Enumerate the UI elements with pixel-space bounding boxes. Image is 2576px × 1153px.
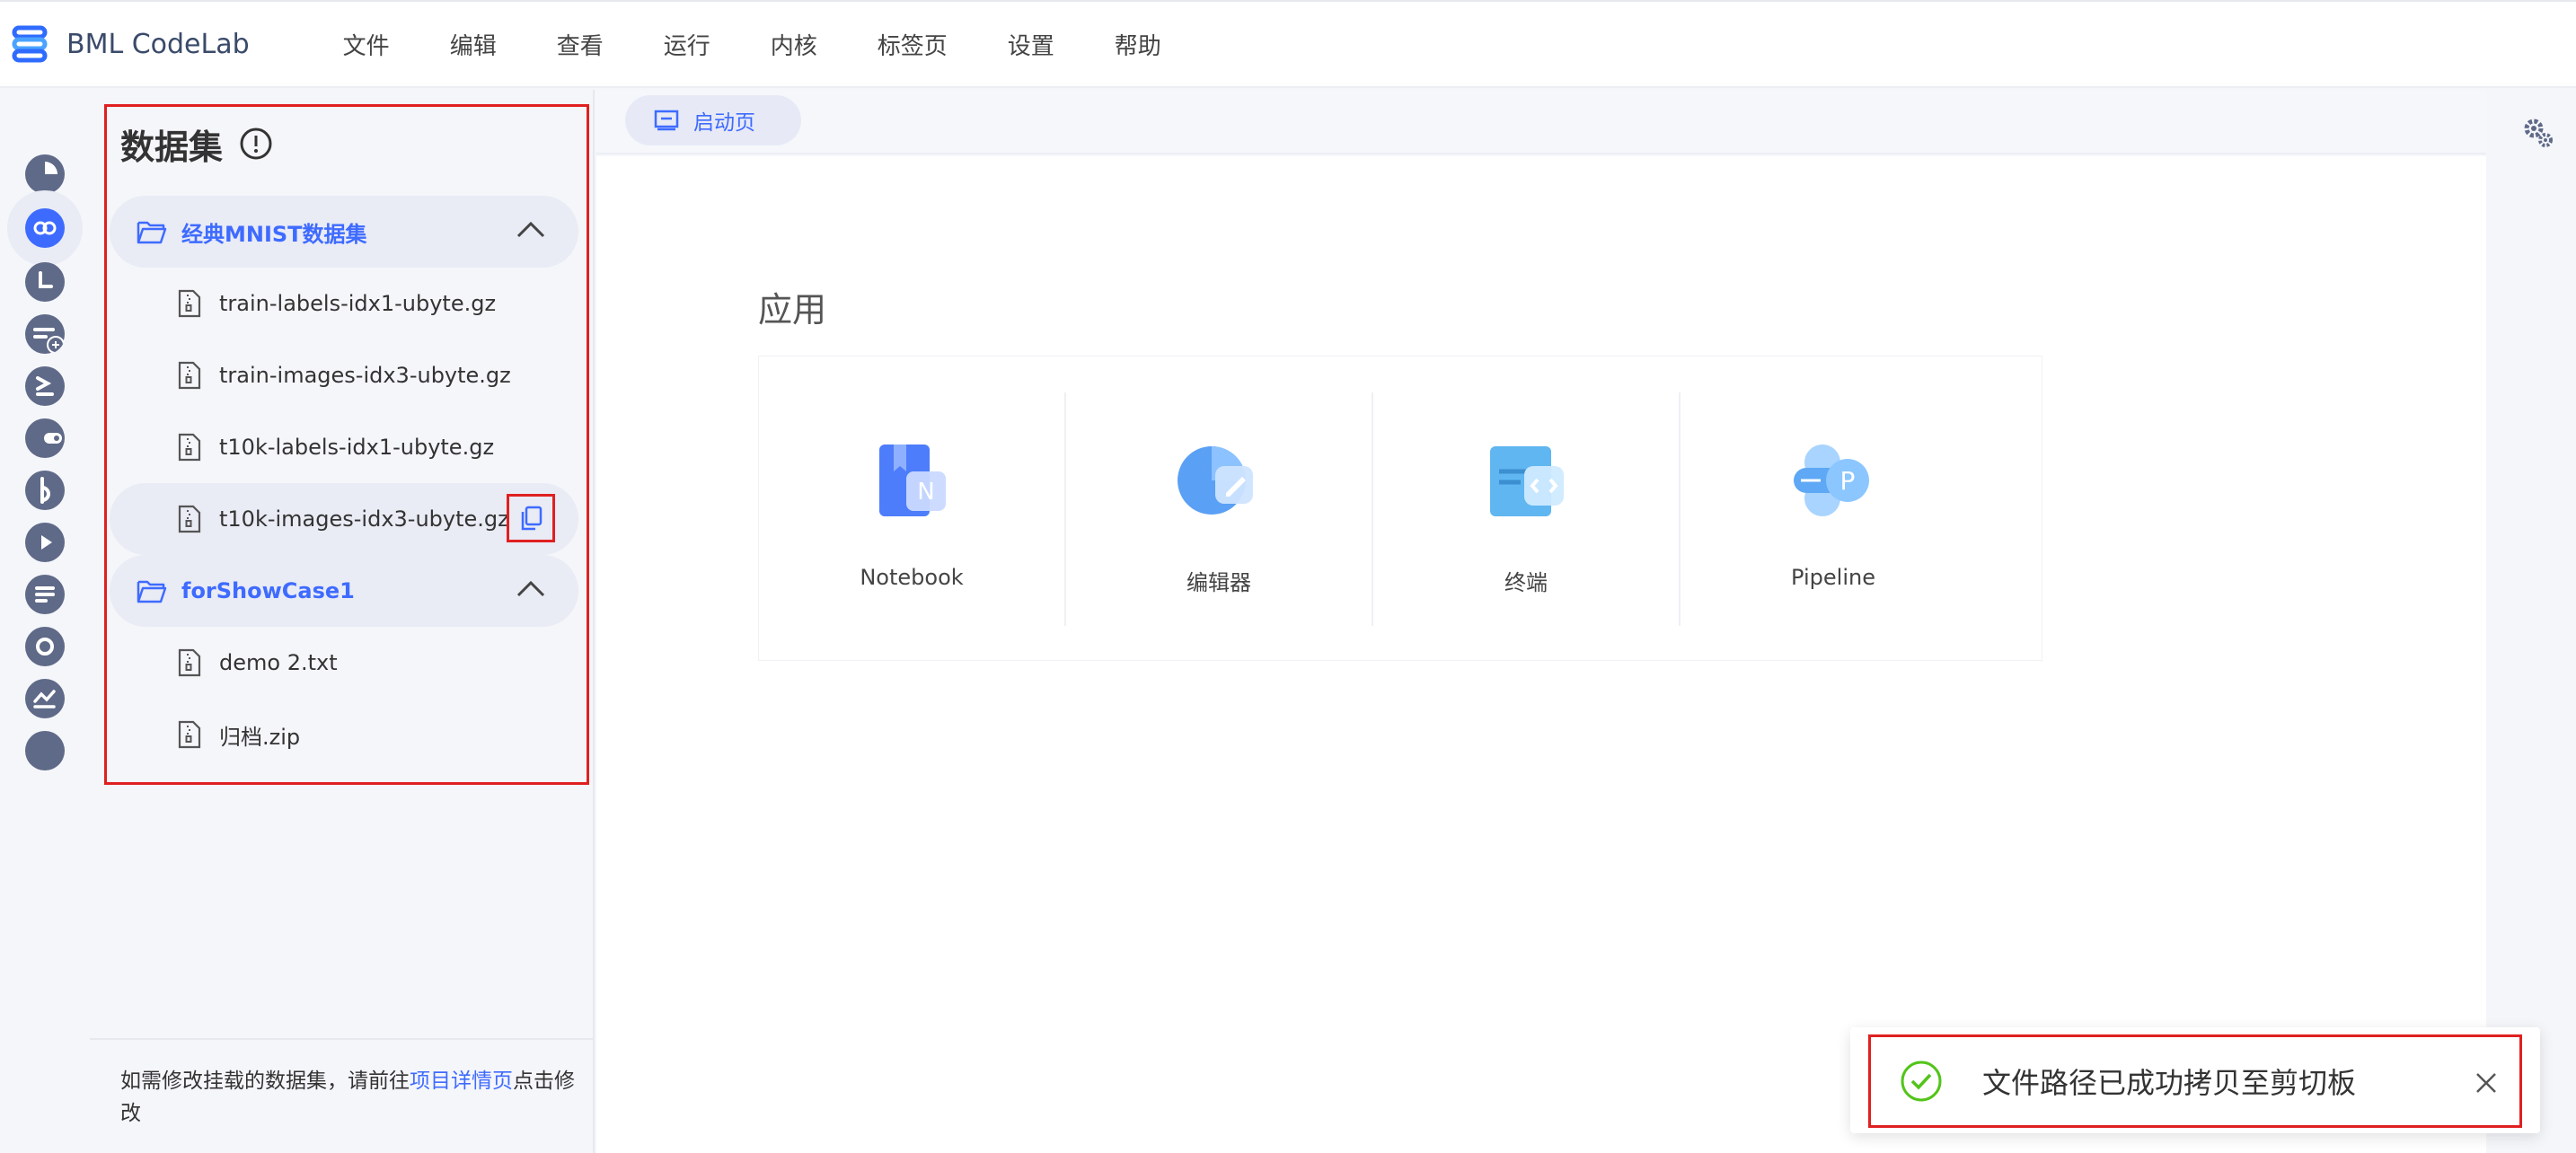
folder-row-mnist[interactable]: 经典MNIST数据集 (110, 196, 578, 268)
zip-file-icon (178, 433, 201, 462)
tab-label: 启动页 (693, 111, 755, 135)
folder-name: 经典MNIST数据集 (181, 221, 367, 247)
menu-tabs[interactable]: 标签页 (878, 28, 948, 61)
chevron-up-icon[interactable] (516, 578, 546, 598)
app-label: Notebook (860, 565, 964, 590)
file-name: demo 2.txt (219, 650, 338, 675)
file-row[interactable]: t10k-labels-idx1-ubyte.gz (110, 411, 578, 483)
close-icon[interactable] (2475, 1071, 2498, 1095)
file-name: t10k-images-idx3-ubyte.gz (219, 506, 509, 532)
tab-bar: 启动页 (596, 90, 2486, 154)
zip-file-icon (178, 505, 201, 533)
menu-help[interactable]: 帮助 (1115, 28, 1161, 61)
app-pipeline[interactable]: P Pipeline (1681, 356, 1986, 662)
panel-footer-note: 如需修改挂载的数据集，请前往项目详情页点击修改 (120, 1065, 578, 1130)
folder-name: forShowCase1 (181, 578, 355, 603)
file-row[interactable]: 归档.zip (110, 699, 578, 770)
gear-icon[interactable] (2520, 115, 2556, 151)
svg-text:P: P (1840, 466, 1856, 496)
left-icon-rail (0, 90, 90, 1153)
toast-notification: 文件路径已成功拷贝至剪切板 (1850, 1027, 2540, 1133)
zip-file-icon (178, 361, 201, 390)
notebook-icon: N (879, 444, 946, 516)
app-title: BML CodeLab (66, 28, 250, 60)
logo-icon (12, 25, 48, 63)
panel-title: 数据集 (120, 117, 273, 171)
menu-edit[interactable]: 编辑 (450, 28, 497, 61)
file-row[interactable]: train-labels-idx1-ubyte.gz (110, 268, 578, 339)
menu-view[interactable]: 查看 (557, 28, 604, 61)
terminal-app-icon (1490, 446, 1564, 516)
app-notebook[interactable]: N Notebook (759, 356, 1064, 662)
pie-chart-icon (25, 154, 65, 194)
tab-launcher[interactable]: 启动页 (625, 95, 801, 145)
rail-button-more[interactable] (7, 713, 83, 788)
editor-icon (1178, 446, 1253, 515)
main-area: 启动页 应用 N Notebook 编辑器 终端 P Pipeline (596, 90, 2486, 1153)
chevron-up-icon[interactable] (516, 219, 546, 239)
folder-open-icon (137, 580, 167, 603)
folder-open-icon (137, 221, 167, 244)
zip-file-icon (178, 289, 201, 318)
file-row[interactable]: demo 2.txt (110, 627, 578, 699)
more-icon (25, 731, 65, 770)
launcher-tab-icon (654, 110, 679, 131)
file-name: t10k-labels-idx1-ubyte.gz (219, 435, 495, 460)
panel-divider (90, 1038, 593, 1040)
app-launcher-card: N Notebook 编辑器 终端 P Pipeline (758, 356, 2042, 661)
top-menu-bar: BML CodeLab 文件 编辑 查看 运行 内核 标签页 设置 帮助 (0, 0, 2576, 88)
dataset-icon (25, 208, 65, 248)
file-name: train-labels-idx1-ubyte.gz (219, 291, 497, 316)
project-detail-link[interactable]: 项目详情页 (410, 1069, 513, 1093)
menu-kernel[interactable]: 内核 (771, 28, 817, 61)
app-terminal[interactable]: 终端 (1373, 356, 1679, 662)
app-label: Pipeline (1791, 565, 1875, 590)
toast-message: 文件路径已成功拷贝至剪切板 (1982, 1066, 2357, 1100)
copy-path-button[interactable] (507, 494, 555, 542)
section-title: 应用 (758, 290, 827, 330)
zip-file-icon (178, 720, 201, 749)
toast-highlight-box: 文件路径已成功拷贝至剪切板 (1868, 1034, 2522, 1128)
file-row[interactable]: train-images-idx3-ubyte.gz (110, 339, 578, 411)
panel-title-text: 数据集 (120, 127, 224, 167)
app-editor[interactable]: 编辑器 (1066, 356, 1372, 662)
svg-text:N: N (917, 479, 934, 506)
main-menu: 文件 编辑 查看 运行 内核 标签页 设置 帮助 (343, 0, 1222, 88)
app-label: 编辑器 (1187, 570, 1251, 595)
app-logo: BML CodeLab (9, 0, 250, 88)
file-name: 归档.zip (219, 724, 301, 750)
info-icon[interactable] (239, 127, 273, 161)
copy-icon (521, 506, 543, 531)
footer-text: 如需修改挂载的数据集，请前往 (120, 1069, 410, 1093)
file-name: train-images-idx3-ubyte.gz (219, 363, 511, 388)
zip-file-icon (178, 648, 201, 677)
right-rail (2486, 90, 2576, 1153)
success-check-icon (1901, 1061, 1942, 1102)
menu-file[interactable]: 文件 (343, 28, 390, 61)
dataset-panel: 数据集 经典MNIST数据集 train-labels-idx1-ubyte.g… (90, 90, 595, 1153)
file-row-hovered[interactable]: t10k-images-idx3-ubyte.gz (110, 483, 578, 555)
launcher-content: 应用 N Notebook 编辑器 终端 P Pipeline (596, 156, 2486, 1153)
menu-run[interactable]: 运行 (664, 28, 710, 61)
pipeline-icon: P (1794, 444, 1869, 516)
menu-settings[interactable]: 设置 (1008, 28, 1054, 61)
folder-row-forshowcase1[interactable]: forShowCase1 (110, 555, 578, 627)
app-label: 终端 (1504, 570, 1548, 595)
